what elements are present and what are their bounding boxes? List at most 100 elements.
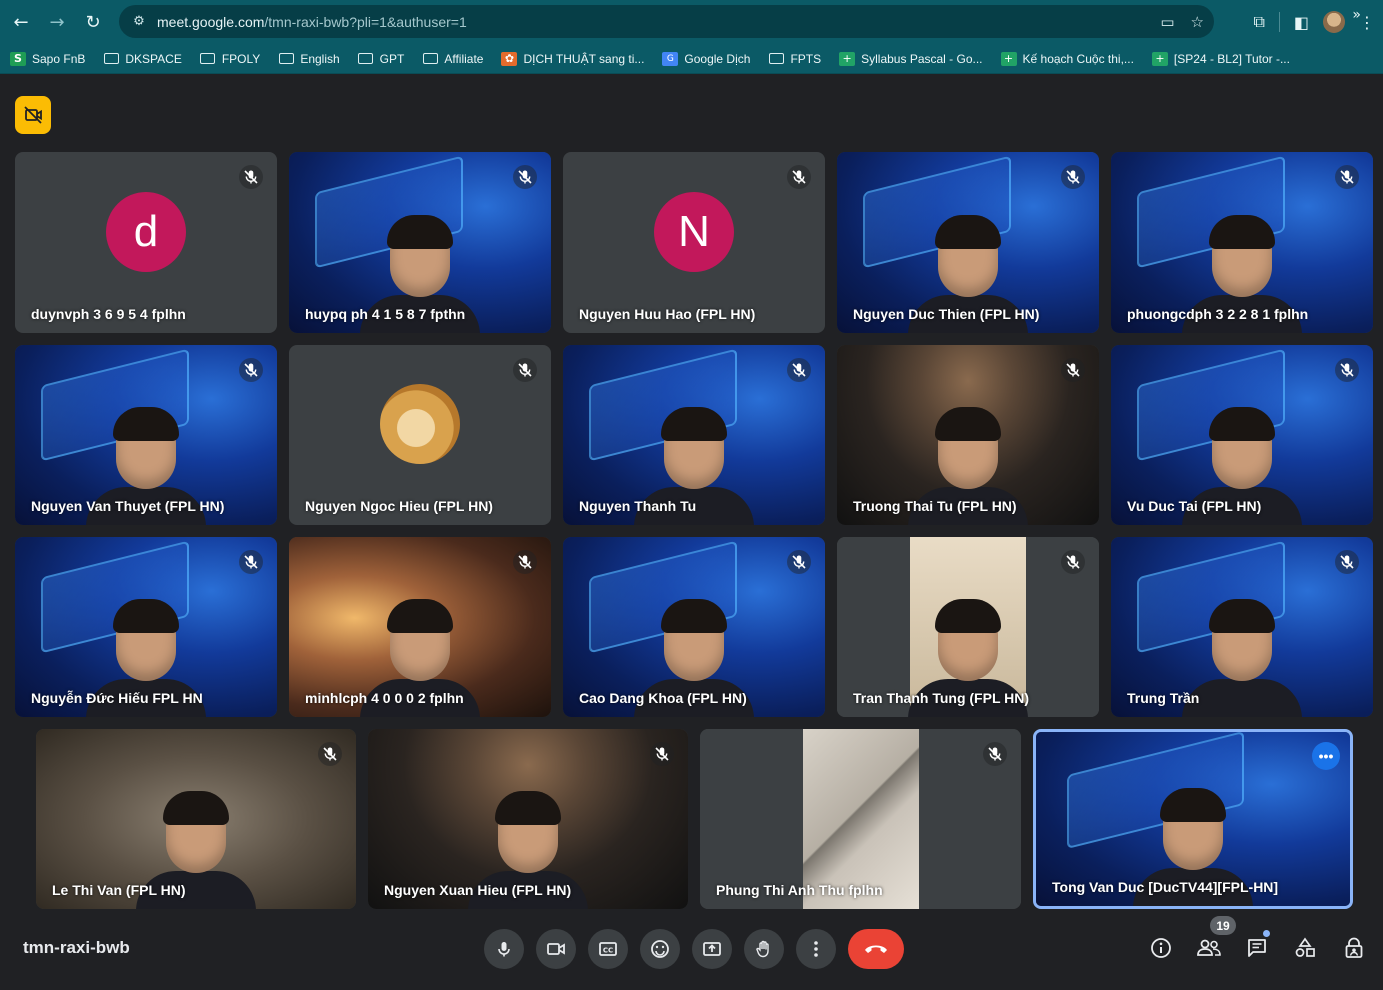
participant-tile[interactable]: Tran Thanh Tung (FPL HN) — [837, 537, 1099, 717]
activities-icon — [1295, 937, 1315, 957]
menu-kebab-icon[interactable]: ⋮ — [1359, 13, 1375, 32]
camera-off-badge[interactable] — [15, 96, 51, 134]
participant-count-badge: 19 — [1210, 916, 1236, 935]
back-icon[interactable]: ← — [7, 8, 35, 36]
side-panel-icon[interactable]: ◧ — [1294, 13, 1309, 32]
folder-icon — [358, 52, 374, 66]
people-button[interactable] — [1195, 934, 1223, 962]
more-bookmarks-icon[interactable]: » — [1352, 7, 1361, 23]
bookmark-item[interactable]: + [SP24 - BL2] Tutor -... — [1151, 51, 1290, 66]
bookmark-item[interactable]: + Syllabus Pascal - Go... — [839, 51, 983, 66]
participant-name: Cao Dang Khoa (FPL HN) — [579, 690, 747, 706]
bookmark-label: GPT — [379, 51, 405, 66]
extensions-icon[interactable]: ⧉ — [1253, 12, 1264, 32]
bookmark-label: English — [300, 51, 340, 66]
participant-tile[interactable]: Tong Van Duc [DucTV44][FPL-HN] ••• — [1033, 729, 1353, 909]
chat-button[interactable] — [1243, 934, 1271, 962]
camera-in-use-icon[interactable]: ▭ — [1160, 13, 1174, 31]
participant-tile[interactable]: d duynvph 3 6 9 5 4 fplhn — [15, 152, 277, 333]
host-controls-button[interactable] — [1340, 934, 1368, 962]
mic-off-icon — [1061, 165, 1085, 189]
camera-button[interactable] — [536, 929, 576, 969]
meeting-details-button[interactable] — [1147, 934, 1175, 962]
meeting-code: tmn-raxi-bwb — [23, 938, 130, 957]
folder-icon — [768, 52, 784, 66]
hand-icon — [756, 940, 769, 958]
participant-name: Phung Thi Anh Thu fplhn — [716, 882, 883, 898]
reload-icon[interactable]: ↻ — [79, 8, 107, 36]
participant-tile[interactable]: Vu Duc Tai (FPL HN) — [1111, 345, 1373, 525]
leave-call-button[interactable] — [848, 929, 904, 969]
bookmark-item[interactable]: G Google Dịch — [662, 51, 751, 66]
reactions-button[interactable] — [640, 929, 680, 969]
participant-tile[interactable]: N Nguyen Huu Hao (FPL HN) — [563, 152, 825, 333]
bookmarks-bar: S Sapo FnB DKSPACE FPOLY English GPT Affiliate… — [0, 44, 1383, 74]
bookmark-label: Syllabus Pascal - Go... — [861, 51, 983, 66]
bookmark-item[interactable]: English — [278, 51, 340, 66]
participant-tile[interactable]: Cao Dang Khoa (FPL HN) — [563, 537, 825, 717]
participant-tile[interactable]: Trung Trần — [1111, 537, 1373, 717]
toolbar-divider — [1278, 12, 1280, 32]
raise-hand-button[interactable] — [744, 929, 784, 969]
participant-tile[interactable]: Nguyen Ngoc Hieu (FPL HN) — [289, 345, 551, 525]
participant-name: Nguyễn Đức Hiếu FPL HN — [31, 690, 203, 706]
mic-off-icon — [1061, 358, 1085, 382]
participant-tile[interactable]: phuongcdph 3 2 2 8 1 fplhn — [1111, 152, 1373, 333]
participant-tile[interactable]: Le Thi Van (FPL HN) — [36, 729, 356, 909]
tile-options-icon[interactable]: ••• — [1312, 742, 1340, 770]
bookmark-item[interactable]: DKSPACE — [103, 52, 182, 66]
bookmark-label: [SP24 - BL2] Tutor -... — [1173, 51, 1290, 66]
address-bar[interactable]: ⚙ meet.google.com/tmn-raxi-bwb?pli=1&aut… — [119, 5, 1214, 38]
participant-tile[interactable]: Truong Thai Tu (FPL HN) — [837, 345, 1099, 525]
bookmark-star-icon[interactable]: ☆ — [1191, 13, 1204, 31]
mic-icon — [498, 942, 510, 957]
bookmark-label: Kế hoạch Cuộc thi,... — [1022, 51, 1134, 66]
bookmark-label: Affiliate — [444, 51, 484, 66]
url-text[interactable]: meet.google.com/tmn-raxi-bwb?pli=1&authu… — [157, 14, 467, 30]
sheets-icon: + — [1151, 51, 1168, 66]
profile-avatar[interactable] — [1323, 11, 1345, 33]
participant-name: Le Thi Van (FPL HN) — [52, 882, 186, 898]
participant-name: Nguyen Van Thuyet (FPL HN) — [31, 498, 225, 514]
bookmark-item[interactable]: ✿ DỊCH THUẬT sang ti... — [501, 51, 644, 66]
participant-tile[interactable]: Nguyen Duc Thien (FPL HN) — [837, 152, 1099, 333]
svg-text:CC: CC — [603, 947, 613, 955]
participant-avatar: N — [654, 191, 734, 272]
participant-tile[interactable]: Nguyen Xuan Hieu (FPL HN) — [368, 729, 688, 909]
bookmark-label: FPTS — [790, 51, 822, 66]
browser-toolbar: ← → ↻ ⚙ meet.google.com/tmn-raxi-bwb?pli… — [0, 0, 1383, 44]
present-icon — [703, 942, 721, 956]
bookmark-item[interactable]: Affiliate — [422, 52, 483, 66]
emoji-icon — [651, 940, 669, 958]
more-vert-icon — [814, 941, 818, 957]
mic-button[interactable] — [484, 929, 524, 969]
captions-button[interactable]: CC — [588, 929, 628, 969]
participant-tile[interactable]: Phung Thi Anh Thu fplhn — [700, 729, 1021, 909]
activities-button[interactable] — [1291, 934, 1319, 962]
participant-name: Tong Van Duc [DucTV44][FPL-HN] — [1052, 879, 1279, 895]
participant-name: Truong Thai Tu (FPL HN) — [853, 498, 1017, 514]
bookmark-item[interactable]: + Kế hoạch Cuộc thi,... — [1000, 51, 1134, 66]
present-screen-button[interactable] — [692, 929, 732, 969]
site-settings-icon[interactable]: ⚙ — [125, 14, 153, 29]
participant-tile[interactable]: huypq ph 4 1 5 8 7 fpthn — [289, 152, 551, 333]
participant-name: Nguyen Huu Hao (FPL HN) — [579, 306, 756, 322]
participant-tile[interactable]: Nguyễn Đức Hiếu FPL HN — [15, 537, 277, 717]
participant-tile[interactable]: Nguyen Thanh Tu — [563, 345, 825, 525]
participant-name: phuongcdph 3 2 2 8 1 fplhn — [1127, 306, 1309, 322]
forward-icon[interactable]: → — [43, 8, 71, 36]
person-silhouette — [1182, 577, 1302, 717]
bookmark-item[interactable]: GPT — [358, 51, 405, 66]
more-options-button[interactable] — [796, 929, 836, 969]
participant-name: minhlcph 4 0 0 0 2 fplhn — [305, 690, 464, 706]
participant-name: huypq ph 4 1 5 8 7 fpthn — [305, 306, 466, 322]
participant-tile[interactable]: Nguyen Van Thuyet (FPL HN) — [15, 345, 277, 525]
mic-off-icon — [239, 165, 263, 189]
mic-off-icon — [513, 358, 537, 382]
bookmark-item[interactable]: S Sapo FnB — [10, 51, 85, 66]
bookmark-item[interactable]: FPOLY — [200, 52, 260, 66]
bookmark-label: Google Dịch — [684, 51, 751, 66]
bookmark-item[interactable]: FPTS — [768, 52, 821, 66]
participant-tile[interactable]: minhlcph 4 0 0 0 2 fplhn — [289, 537, 551, 717]
chat-icon — [1248, 939, 1266, 957]
